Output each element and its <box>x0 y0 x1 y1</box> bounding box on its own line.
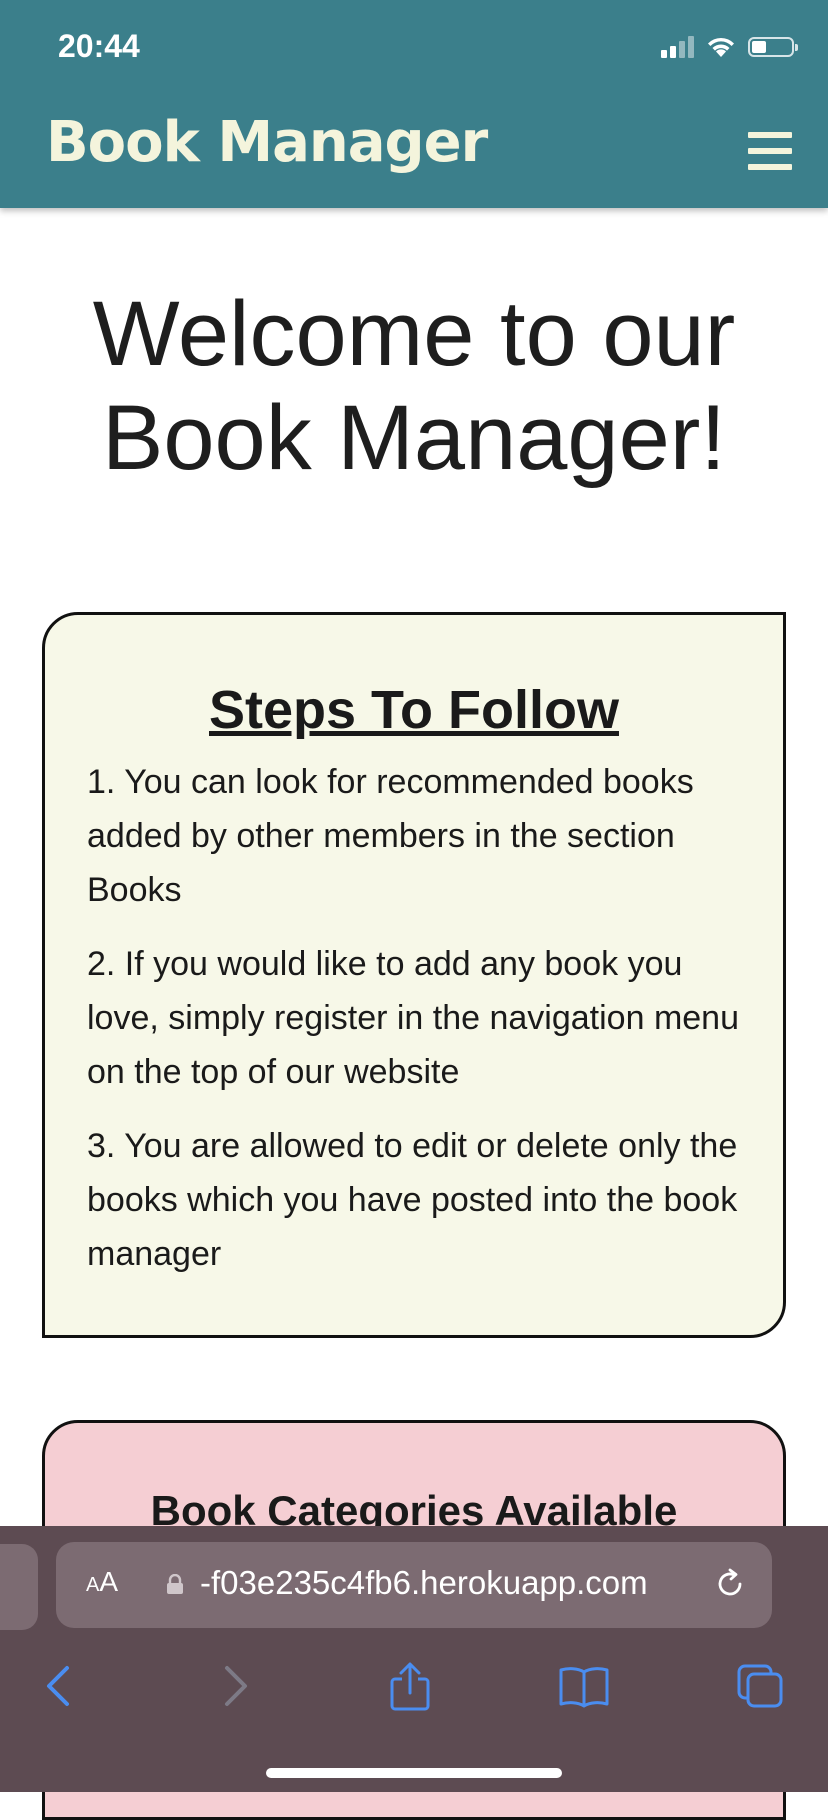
share-button[interactable] <box>380 1656 440 1716</box>
status-icons <box>661 36 798 58</box>
step-item: 2. If you would like to add any book you… <box>87 945 739 1091</box>
cellular-signal-icon <box>661 36 694 58</box>
bookmarks-button[interactable] <box>554 1656 614 1716</box>
url-text[interactable]: -f03e235c4fb6.herokuapp.com <box>200 1564 648 1602</box>
browser-nav-toolbar <box>0 1656 828 1716</box>
step-item: 3. You are allowed to edit or delete onl… <box>87 1127 738 1273</box>
home-indicator <box>266 1768 562 1778</box>
status-time: 20:44 <box>58 28 140 64</box>
brand-logo[interactable]: Book Manager <box>46 110 488 175</box>
battery-icon <box>748 37 798 57</box>
tabs-icon <box>737 1664 783 1708</box>
page-title: Welcome to our Book Manager! <box>92 283 736 489</box>
hamburger-menu-icon[interactable] <box>748 132 792 170</box>
reload-icon[interactable] <box>712 1566 748 1602</box>
browser-toolbar: AA -f03e235c4fb6.herokuapp.com <box>0 1526 828 1792</box>
steps-list: 1. You can look for recommended books ad… <box>87 755 747 1301</box>
share-icon <box>390 1662 430 1711</box>
address-bar[interactable]: AA -f03e235c4fb6.herokuapp.com <box>56 1542 772 1628</box>
back-button[interactable] <box>28 1656 88 1716</box>
site-header: 20:44 Book Manager <box>0 0 828 208</box>
tabs-button[interactable] <box>730 1656 790 1716</box>
wifi-icon <box>708 37 734 57</box>
steps-card: Steps To Follow 1. You can look for reco… <box>42 612 786 1338</box>
lock-icon <box>167 1574 183 1594</box>
forward-button[interactable] <box>206 1656 266 1716</box>
book-icon <box>559 1667 609 1708</box>
steps-title: Steps To Follow <box>209 680 619 740</box>
text-size-button[interactable]: AA <box>86 1566 118 1598</box>
chevron-left-icon <box>47 1666 69 1706</box>
step-item: 1. You can look for recommended books ad… <box>87 763 694 909</box>
chevron-right-icon <box>225 1666 247 1706</box>
previous-tab-preview[interactable] <box>0 1544 38 1630</box>
